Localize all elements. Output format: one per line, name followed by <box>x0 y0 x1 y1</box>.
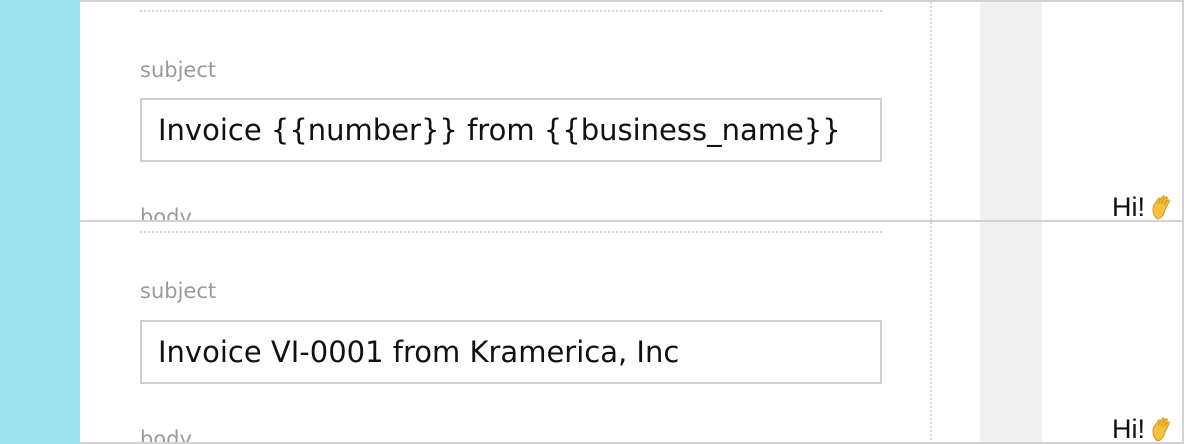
subject-label: subject <box>140 279 217 303</box>
rendered-preview-panel: subject body Hi! <box>80 222 1184 444</box>
waving-hand-icon <box>1152 417 1170 442</box>
template-editor-panel: subject body Hi! <box>80 0 1184 222</box>
dotted-separator <box>140 10 882 12</box>
dotted-separator <box>140 231 882 233</box>
body-label: body <box>140 427 192 444</box>
greeting-text: Hi! <box>1112 192 1145 222</box>
subject-input[interactable] <box>140 320 882 384</box>
preview-greeting: Hi! <box>1112 192 1173 222</box>
preview-greeting: Hi! <box>1112 414 1173 444</box>
column-divider <box>930 2 932 222</box>
preview-gutter <box>980 2 1042 222</box>
subject-input[interactable] <box>140 98 882 162</box>
screenshot-divider <box>80 220 1184 222</box>
waving-hand-icon <box>1152 195 1170 220</box>
column-divider <box>930 222 932 442</box>
greeting-text: Hi! <box>1112 414 1145 444</box>
sidebar-strip <box>0 0 80 444</box>
subject-label: subject <box>140 58 217 82</box>
preview-gutter <box>980 222 1042 442</box>
